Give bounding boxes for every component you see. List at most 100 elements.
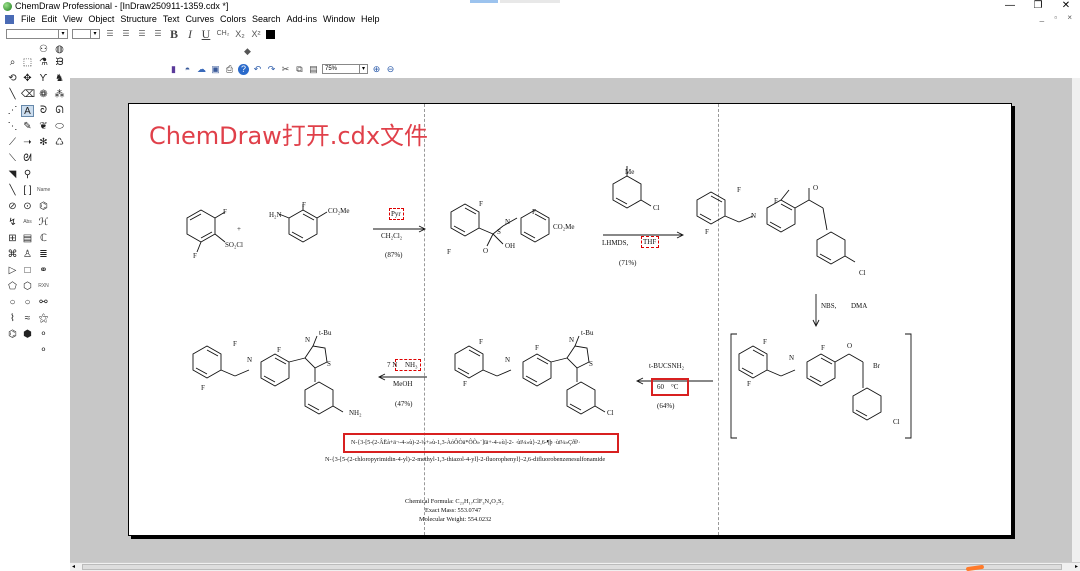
bond-wedge-icon[interactable]: ◥ bbox=[6, 169, 19, 181]
undo-icon[interactable]: ↶ bbox=[252, 64, 263, 75]
chevron-down-icon[interactable]: ▾ bbox=[58, 30, 67, 38]
chain-icon[interactable]: ⊘ bbox=[6, 201, 19, 213]
pen-icon[interactable]: ✎ bbox=[21, 121, 34, 133]
print-icon[interactable]: ⎙ bbox=[224, 64, 235, 75]
membrane-icon[interactable]: ᘐ bbox=[37, 105, 50, 117]
bond-wavy-icon[interactable]: ⟋ bbox=[6, 137, 19, 149]
octagon-icon[interactable]: ○ bbox=[21, 297, 34, 309]
chevron-down-icon[interactable]: ▾ bbox=[359, 65, 367, 73]
atom-map-icon[interactable]: ⊙ bbox=[21, 201, 34, 213]
menu-colors[interactable]: Colors bbox=[217, 14, 249, 24]
stereo-icon[interactable]: ↯ bbox=[6, 217, 19, 229]
align-right-icon[interactable]: ☰ bbox=[136, 29, 148, 39]
mdi-window-controls[interactable]: _ ▫ × bbox=[1040, 13, 1076, 22]
fragment-icon[interactable]: ⚬ bbox=[37, 329, 50, 341]
subscript-button[interactable]: X₂ bbox=[234, 29, 246, 39]
redo-icon[interactable]: ↷ bbox=[266, 64, 277, 75]
book-icon[interactable]: ▮ bbox=[168, 64, 179, 75]
menu-object[interactable]: Object bbox=[85, 14, 117, 24]
carbon-icon[interactable]: ℂ bbox=[37, 233, 50, 245]
dabrafenib-structure[interactable] bbox=[183, 332, 383, 442]
chair-alt-icon[interactable]: ≈ bbox=[21, 313, 34, 325]
document-icon[interactable] bbox=[5, 14, 14, 24]
close-button[interactable]: ✕ bbox=[1052, 0, 1080, 12]
horizontal-scrollbar[interactable]: ◂ ▸ bbox=[70, 562, 1080, 571]
scroll-right-icon[interactable]: ▸ bbox=[1075, 563, 1078, 570]
menu-add-ins[interactable]: Add-ins bbox=[284, 14, 321, 24]
vertical-scrollbar[interactable] bbox=[1072, 78, 1080, 562]
bond-bold-icon[interactable]: ⟍ bbox=[6, 153, 19, 165]
link-icon[interactable]: ⚯ bbox=[37, 297, 50, 309]
bond-hash-icon[interactable]: ⋱ bbox=[6, 121, 19, 133]
enzyme-icon[interactable]: ᘏ bbox=[53, 105, 66, 117]
flask-icon[interactable]: ᙘ bbox=[53, 57, 66, 69]
ellipse-icon[interactable]: ⬭ bbox=[53, 121, 66, 133]
superscript-button[interactable]: X² bbox=[250, 29, 262, 39]
chemical-style-button[interactable]: CH₂ bbox=[216, 29, 230, 39]
phenyl-icon[interactable]: ⚬ bbox=[37, 345, 50, 357]
menu-curves[interactable]: Curves bbox=[182, 14, 217, 24]
bio-shape-icon[interactable]: ❁ bbox=[37, 89, 50, 101]
save-icon[interactable]: ▣ bbox=[210, 64, 221, 75]
document-page[interactable]: ChemDraw打开.cdx文件 F SO₂Cl F + H₂N F CO₂Me… bbox=[128, 103, 1012, 536]
pentagon-icon[interactable]: ⬠ bbox=[6, 281, 19, 293]
menu-view[interactable]: View bbox=[60, 14, 85, 24]
leaf-icon[interactable]: ❦ bbox=[37, 121, 50, 133]
wedge-ring-icon[interactable]: ⚝ bbox=[37, 313, 50, 325]
pan-icon[interactable]: ✥ bbox=[21, 73, 34, 85]
menu-file[interactable]: File bbox=[18, 14, 39, 24]
abs-stereo-icon[interactable]: Abs bbox=[21, 215, 34, 227]
align-left-icon[interactable]: ☰ bbox=[104, 29, 116, 39]
minimize-button[interactable]: — bbox=[996, 0, 1024, 12]
stamp-icon[interactable]: ♙ bbox=[21, 249, 34, 261]
scroll-thumb[interactable] bbox=[82, 564, 1062, 570]
underline-button[interactable]: U bbox=[200, 28, 212, 40]
menu-structure[interactable]: Structure bbox=[117, 14, 160, 24]
font-combo[interactable]: ▾ bbox=[6, 29, 68, 39]
restore-button[interactable]: ❐ bbox=[1024, 0, 1052, 12]
menu-search[interactable]: Search bbox=[249, 14, 284, 24]
triangle-icon[interactable]: ▷ bbox=[6, 265, 19, 277]
diagram-icon[interactable]: ⚭ bbox=[37, 265, 50, 277]
cells-icon[interactable]: ⁂ bbox=[53, 89, 66, 101]
help-icon[interactable]: ? bbox=[238, 63, 249, 75]
glassware-icon[interactable]: ⚗ bbox=[37, 57, 50, 69]
size-combo[interactable]: ▾ bbox=[72, 29, 100, 39]
bracket-icon[interactable]: [ ] bbox=[21, 185, 34, 197]
stand-icon[interactable]: ♞ bbox=[53, 73, 66, 85]
arrow-tool-icon[interactable]: ➝ bbox=[21, 137, 34, 149]
h-atom-icon[interactable]: ℋ bbox=[37, 217, 50, 229]
lasso-ring-icon[interactable]: ◍ bbox=[53, 44, 66, 56]
menu-text[interactable]: Text bbox=[160, 14, 183, 24]
bold-button[interactable]: B bbox=[168, 28, 180, 40]
menu-edit[interactable]: Edit bbox=[39, 14, 61, 24]
bond-single-icon[interactable]: ╲ bbox=[6, 89, 19, 101]
query-icon[interactable]: ⌘ bbox=[6, 249, 19, 261]
funnel-icon[interactable]: Ƴ bbox=[37, 73, 50, 85]
name-to-structure-icon[interactable]: Name bbox=[37, 183, 50, 195]
menu-window[interactable]: Window bbox=[320, 14, 358, 24]
bond-double-icon[interactable]: ╲ bbox=[6, 185, 19, 197]
tlc-plate-icon[interactable]: ▤ bbox=[21, 233, 34, 245]
cloud-icon[interactable]: ☁ bbox=[196, 64, 207, 75]
rotate-icon[interactable]: ⟲ bbox=[6, 73, 19, 85]
cycle-icon[interactable]: ♺ bbox=[53, 137, 66, 149]
square-icon[interactable]: □ bbox=[21, 265, 34, 277]
ketone-structure[interactable] bbox=[689, 180, 909, 300]
template-icon[interactable]: ⌬ bbox=[37, 201, 50, 213]
chevron-down-icon[interactable]: ▾ bbox=[90, 30, 99, 38]
table-icon[interactable]: ⊞ bbox=[6, 233, 19, 245]
benzene-icon[interactable]: ⌬ bbox=[6, 329, 19, 341]
zoom-in-icon[interactable]: ⊕ bbox=[371, 64, 382, 75]
orbital-icon[interactable]: ⚇ bbox=[37, 44, 50, 56]
orbital-tool-icon[interactable]: ᘛ bbox=[21, 153, 34, 165]
eraser-icon[interactable]: ⌫ bbox=[21, 89, 35, 101]
justify-icon[interactable]: ☰ bbox=[152, 29, 164, 39]
bond-dashed-icon[interactable]: ⋰ bbox=[6, 105, 19, 117]
magnify-icon[interactable]: ⚲ bbox=[21, 169, 34, 181]
text-color-swatch[interactable] bbox=[266, 29, 275, 39]
align-center-icon[interactable]: ☰ bbox=[120, 29, 132, 39]
lasso-icon[interactable]: ⌕ bbox=[6, 57, 19, 69]
italic-button[interactable]: I bbox=[184, 28, 196, 40]
thiazole-chloride-structure[interactable] bbox=[445, 332, 645, 442]
